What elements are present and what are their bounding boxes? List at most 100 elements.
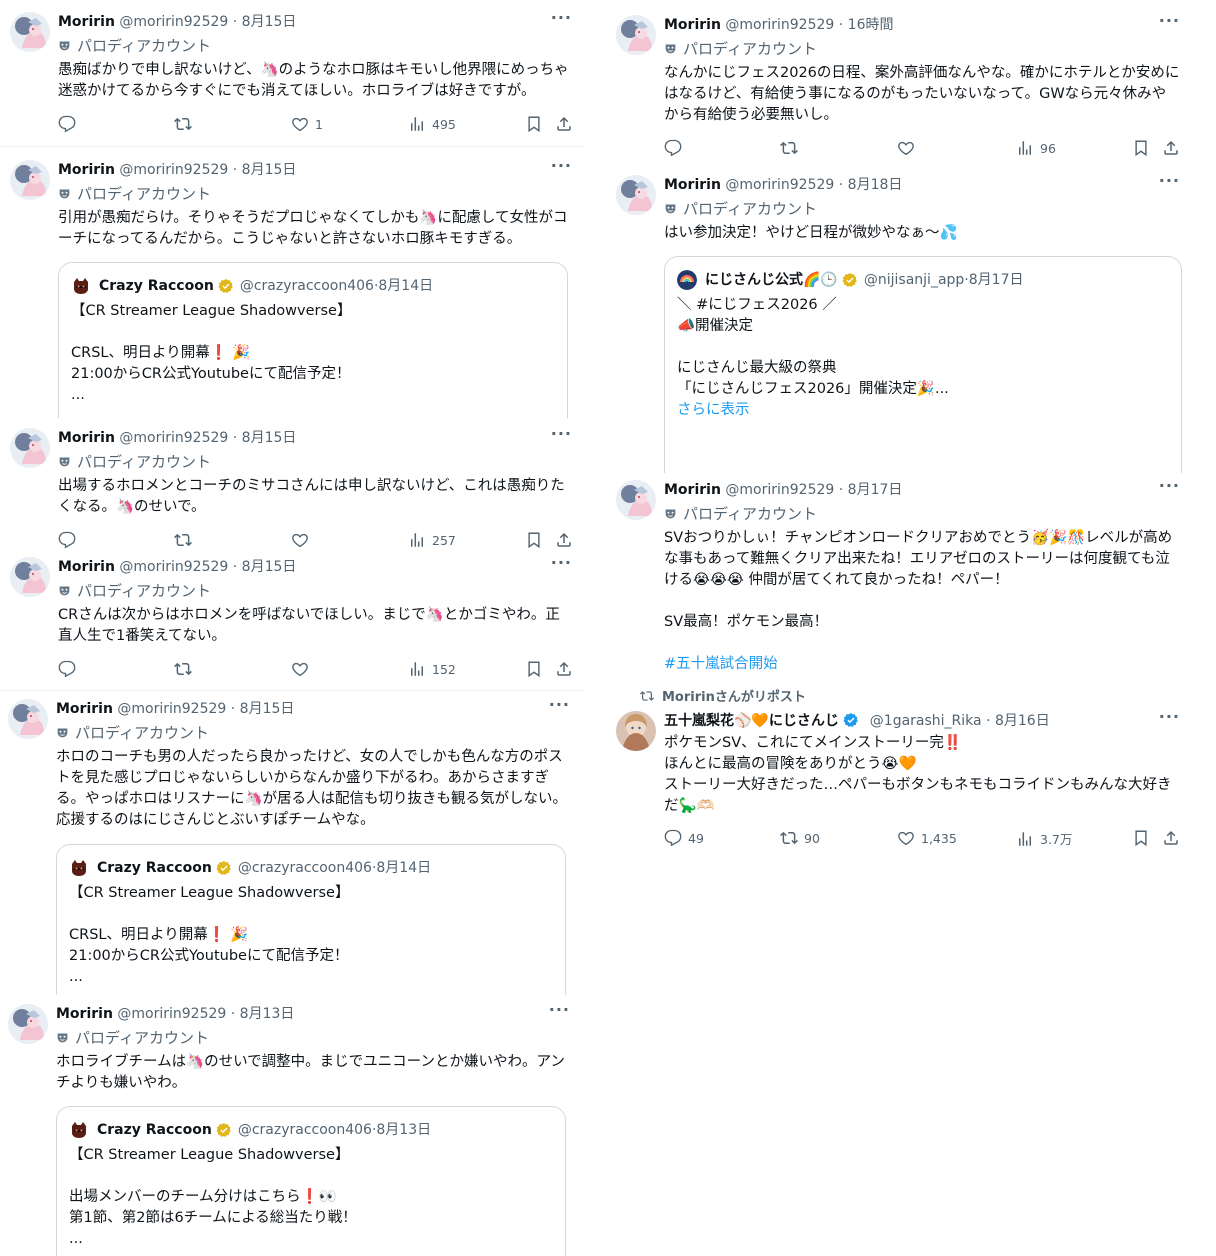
display-name[interactable]: Moririn — [56, 1006, 113, 1022]
avatar[interactable] — [616, 711, 656, 751]
bookmark-button[interactable] — [525, 531, 549, 549]
display-name[interactable]: Moririn — [58, 430, 115, 446]
avatar[interactable] — [10, 12, 50, 52]
more-icon[interactable]: ··· — [1159, 171, 1180, 190]
quoted-tweet[interactable]: Crazy Raccoon @crazyraccoon406 · 8月14日 【… — [58, 262, 568, 418]
share-button[interactable] — [1162, 829, 1186, 847]
timestamp[interactable]: 8月16日 — [995, 713, 1050, 729]
username[interactable]: @moririn92529 — [725, 177, 834, 193]
timestamp[interactable]: 8月18日 — [848, 177, 903, 193]
tweet-header: Moririn @moririn92529 · 8月15日 — [58, 557, 578, 577]
more-icon[interactable]: ··· — [1159, 476, 1180, 495]
tweet[interactable]: Moririn @moririn92529 · 8月15日 ··· パロディアカ… — [10, 424, 579, 552]
views-button[interactable]: 257 — [408, 531, 456, 549]
reply-button[interactable] — [664, 139, 688, 157]
avatar[interactable] — [616, 175, 656, 215]
display-name[interactable]: Moririn — [58, 559, 115, 575]
more-icon[interactable]: ··· — [551, 8, 572, 27]
more-icon[interactable]: ··· — [549, 1000, 570, 1019]
avatar[interactable] — [10, 160, 50, 200]
display-name[interactable]: Moririn — [58, 162, 115, 178]
username[interactable]: @moririn92529 — [725, 482, 834, 498]
avatar[interactable] — [10, 428, 50, 468]
timestamp[interactable]: 8月17日 — [848, 482, 903, 498]
bookmark-button[interactable] — [525, 660, 549, 678]
like-button[interactable] — [897, 139, 921, 157]
timestamp[interactable]: 8月15日 — [242, 430, 297, 446]
username[interactable]: @moririn92529 — [725, 17, 834, 33]
username[interactable]: @moririn92529 — [119, 559, 228, 575]
like-button[interactable] — [291, 531, 315, 549]
share-button[interactable] — [1162, 139, 1186, 157]
more-icon[interactable]: ··· — [1159, 707, 1180, 726]
timestamp[interactable]: 8月13日 — [240, 1006, 295, 1022]
more-icon[interactable]: ··· — [549, 695, 570, 714]
share-button[interactable] — [555, 531, 579, 549]
avatar[interactable] — [10, 557, 50, 597]
display-name[interactable]: Moririn — [664, 482, 721, 498]
views-button[interactable]: 3.7万 — [1016, 829, 1072, 848]
reply-button[interactable]: 49 — [664, 829, 704, 847]
hashtag-link[interactable]: #五十嵐試合開始 — [664, 656, 778, 672]
timestamp[interactable]: 16時間 — [848, 17, 894, 33]
display-name[interactable]: Moririn — [664, 17, 721, 33]
tweet[interactable]: Moririn @moririn92529 · 8月15日 ··· パロディアカ… — [10, 156, 578, 418]
show-more-link[interactable]: さらに表示 — [677, 400, 1169, 421]
reply-button[interactable] — [58, 115, 82, 133]
avatar[interactable] — [8, 1004, 48, 1044]
quoted-tweet[interactable]: Crazy Raccoon @crazyraccoon406 · 8月13日 【… — [56, 1106, 566, 1256]
repost-button[interactable] — [174, 660, 198, 678]
like-button[interactable]: 1,435 — [897, 829, 957, 847]
tweet[interactable]: Moririn @moririn92529 · 16時間 ··· パロディアカウ… — [616, 11, 1186, 160]
reply-button[interactable] — [58, 531, 82, 549]
bookmark-button[interactable] — [525, 115, 549, 133]
repost-indicator-label[interactable]: Moririnさんがリポスト — [662, 690, 806, 705]
share-button[interactable] — [555, 660, 579, 678]
username[interactable]: @moririn92529 — [119, 162, 228, 178]
display-name[interactable]: Moririn — [56, 701, 113, 717]
share-button[interactable] — [555, 115, 579, 133]
views-button[interactable]: 495 — [408, 115, 456, 133]
views-button[interactable]: 96 — [1016, 139, 1056, 157]
bookmark-button[interactable] — [1132, 139, 1156, 157]
repost-button[interactable] — [780, 139, 804, 157]
avatar[interactable] — [616, 480, 656, 520]
repost-button[interactable] — [174, 115, 198, 133]
display-name[interactable]: Moririn — [58, 14, 115, 30]
like-button[interactable] — [291, 660, 315, 678]
quoted-tweet[interactable]: にじさんじ公式🌈🕒 @nijisanji_app · 8月17日 ＼ #にじフェ… — [664, 256, 1182, 473]
tweet[interactable]: Moririn @moririn92529 · 8月15日 ··· パロディアカ… — [10, 8, 579, 136]
more-icon[interactable]: ··· — [551, 156, 572, 175]
username[interactable]: @1garashi_Rika — [870, 713, 982, 729]
tweet[interactable]: Moririn @moririn92529 · 8月13日 ··· パロディアカ… — [8, 1000, 576, 1256]
quote-header: にじさんじ公式🌈🕒 @nijisanji_app · 8月17日 — [677, 269, 1169, 291]
username[interactable]: @moririn92529 — [117, 1006, 226, 1022]
more-icon[interactable]: ··· — [551, 424, 572, 443]
timestamp[interactable]: 8月15日 — [240, 701, 295, 717]
tweet[interactable]: Moririn @moririn92529 · 8月17日 ··· パロディアカ… — [616, 476, 1186, 680]
username[interactable]: @moririn92529 — [117, 701, 226, 717]
timestamp[interactable]: 8月15日 — [242, 559, 297, 575]
views-button[interactable]: 152 — [408, 660, 456, 678]
tweet[interactable]: 五十嵐梨花⚾🧡にじさんじ @1garashi_Rika · 8月16日 ··· … — [616, 707, 1186, 851]
display-name[interactable]: Moririn — [664, 177, 721, 193]
more-icon[interactable]: ··· — [551, 553, 572, 572]
tweet[interactable]: Moririn @moririn92529 · 8月18日 ··· パロディアカ… — [616, 171, 1186, 473]
timestamp[interactable]: 8月15日 — [242, 162, 297, 178]
display-name[interactable]: 五十嵐梨花⚾🧡にじさんじ — [664, 713, 839, 729]
repost-button[interactable]: 90 — [780, 829, 820, 847]
bookmark-button[interactable] — [1132, 829, 1156, 847]
quoted-tweet[interactable]: Crazy Raccoon @crazyraccoon406 · 8月14日 【… — [56, 844, 566, 995]
avatar[interactable] — [8, 699, 48, 739]
like-button[interactable]: 1 — [291, 115, 323, 133]
reply-icon — [58, 660, 76, 678]
more-icon[interactable]: ··· — [1159, 11, 1180, 30]
username[interactable]: @moririn92529 — [119, 430, 228, 446]
reply-button[interactable] — [58, 660, 82, 678]
tweet[interactable]: Moririn @moririn92529 · 8月15日 ··· パロディアカ… — [8, 695, 576, 995]
tweet[interactable]: Moririn @moririn92529 · 8月15日 ··· パロディアカ… — [10, 553, 579, 681]
avatar[interactable] — [616, 15, 656, 55]
timestamp[interactable]: 8月15日 — [242, 14, 297, 30]
repost-button[interactable] — [174, 531, 198, 549]
username[interactable]: @moririn92529 — [119, 14, 228, 30]
